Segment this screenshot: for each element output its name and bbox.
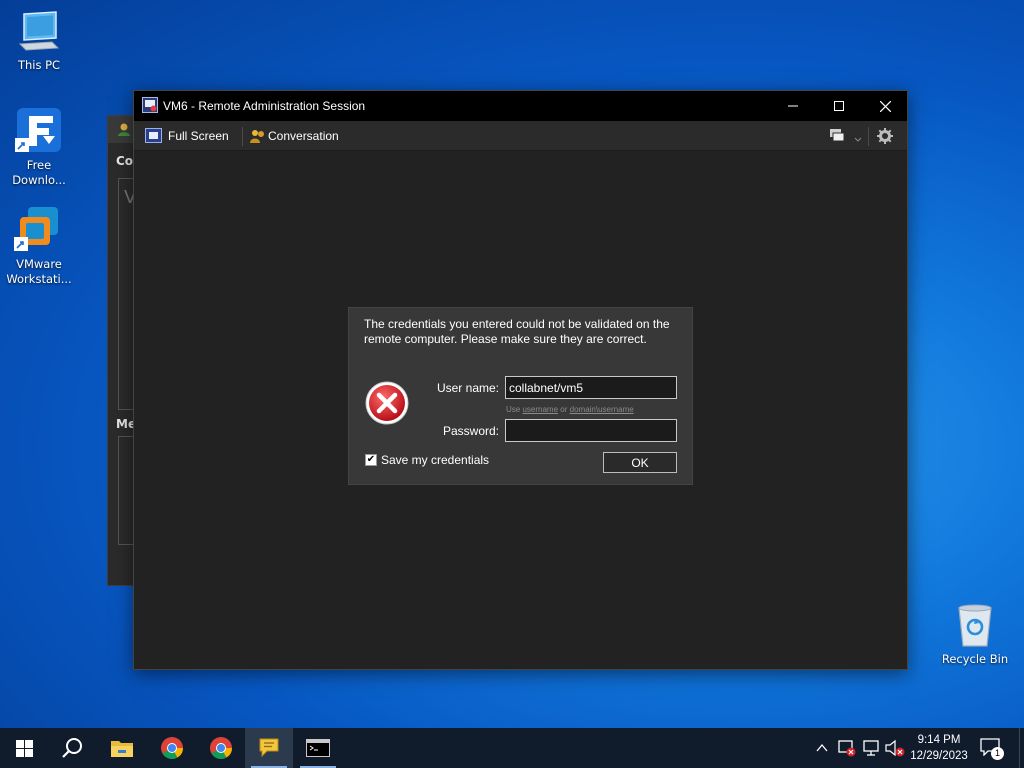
chrome-icon bbox=[161, 737, 183, 759]
desktop-icon-this-pc[interactable]: This PC bbox=[1, 10, 77, 73]
desktop-icon-vmware[interactable]: VMware Workstati... bbox=[1, 205, 77, 287]
session-toolbar: Full Screen Conversation bbox=[134, 121, 907, 151]
windows-logo-icon bbox=[15, 739, 33, 757]
remote-admin-app-icon bbox=[142, 97, 158, 113]
notification-count-badge: 1 bbox=[991, 747, 1004, 760]
error-message: The credentials you entered could not be… bbox=[364, 317, 670, 346]
maximize-button[interactable] bbox=[816, 91, 862, 121]
desktop-icon-label: This PC bbox=[17, 58, 61, 72]
chevron-up-icon[interactable] bbox=[816, 741, 828, 755]
terminal-window-icon bbox=[306, 739, 330, 757]
file-explorer-button[interactable] bbox=[98, 728, 146, 768]
user-icon bbox=[118, 123, 130, 136]
desktop-icon-free-download[interactable]: Free Downlo... bbox=[1, 106, 77, 188]
hint-domain-username-link[interactable]: domain\username bbox=[570, 405, 634, 414]
username-input[interactable] bbox=[505, 376, 677, 399]
start-button[interactable] bbox=[0, 728, 48, 768]
username-hint: Use username or domain\username bbox=[506, 405, 634, 414]
desktop-icon-label: Recycle Bin bbox=[941, 652, 1009, 666]
clock-time: 9:14 PM bbox=[917, 734, 961, 746]
conversation-app-button[interactable] bbox=[245, 728, 293, 768]
display-options-button[interactable] bbox=[828, 128, 862, 147]
minimize-icon bbox=[788, 105, 798, 107]
conversation-label: Conversation bbox=[268, 129, 339, 143]
save-credentials-label: Save my credentials bbox=[381, 453, 490, 467]
error-icon bbox=[365, 381, 409, 425]
desktop-icon-label: VMware Workstati... bbox=[6, 257, 72, 286]
vmware-workstation-icon bbox=[14, 207, 58, 251]
clock-date: 12/29/2023 bbox=[910, 750, 968, 762]
maximize-icon bbox=[834, 101, 844, 111]
full-screen-label: Full Screen bbox=[168, 128, 229, 143]
conversation-button[interactable]: Conversation bbox=[250, 128, 339, 144]
computer-icon bbox=[18, 11, 60, 51]
desktop-icon-label: Free Downlo... bbox=[12, 158, 66, 187]
chrome-button-2[interactable] bbox=[197, 728, 245, 768]
conversation-icon bbox=[250, 130, 264, 143]
notification-center-button[interactable]: 1 bbox=[980, 738, 1004, 760]
close-button[interactable] bbox=[862, 91, 908, 121]
ok-button[interactable]: OK bbox=[603, 452, 677, 473]
close-icon bbox=[879, 100, 891, 112]
chrome-button-1[interactable] bbox=[148, 728, 196, 768]
free-download-manager-icon bbox=[15, 108, 61, 152]
save-credentials-checkbox[interactable]: ✔ Save my credentials bbox=[365, 453, 489, 467]
full-screen-icon bbox=[145, 128, 162, 143]
chat-bubble-icon bbox=[259, 738, 279, 758]
window-title: VM6 - Remote Administration Session bbox=[163, 99, 366, 113]
taskbar: 9:14 PM 12/29/2023 1 bbox=[0, 728, 1024, 768]
recycle-bin-icon bbox=[958, 604, 992, 647]
toolbar-separator bbox=[242, 127, 243, 146]
window-titlebar[interactable]: VM6 - Remote Administration Session bbox=[134, 91, 907, 121]
gear-icon bbox=[877, 128, 893, 144]
minimize-button[interactable] bbox=[770, 91, 816, 121]
desktop-icon-recycle-bin[interactable]: Recycle Bin bbox=[937, 602, 1013, 667]
credentials-error-dialog[interactable]: The credentials you entered could not be… bbox=[348, 307, 693, 485]
settings-button[interactable] bbox=[877, 128, 893, 147]
full-screen-button[interactable]: Full Screen bbox=[145, 128, 229, 143]
checkbox-checkmark-icon[interactable]: ✔ bbox=[365, 454, 377, 466]
search-button[interactable] bbox=[48, 728, 96, 768]
system-clock[interactable]: 9:14 PM 12/29/2023 bbox=[905, 732, 973, 764]
chrome-icon bbox=[210, 737, 232, 759]
toolbar-separator bbox=[868, 127, 869, 146]
show-desktop-button[interactable] bbox=[1019, 728, 1024, 768]
hint-prefix: Use bbox=[506, 405, 521, 414]
network-icon[interactable] bbox=[862, 739, 880, 757]
multi-window-icon bbox=[830, 129, 862, 142]
password-input[interactable] bbox=[505, 419, 677, 442]
password-label: Password: bbox=[442, 424, 499, 438]
remote-session-taskbar-button[interactable] bbox=[294, 728, 342, 768]
security-alert-icon[interactable] bbox=[838, 739, 856, 757]
speaker-muted-icon[interactable] bbox=[885, 739, 905, 757]
hint-or: or bbox=[560, 405, 568, 414]
username-label: User name: bbox=[436, 381, 499, 395]
folder-icon bbox=[111, 741, 133, 757]
search-icon bbox=[62, 738, 82, 758]
hint-username-link[interactable]: username bbox=[522, 405, 558, 414]
